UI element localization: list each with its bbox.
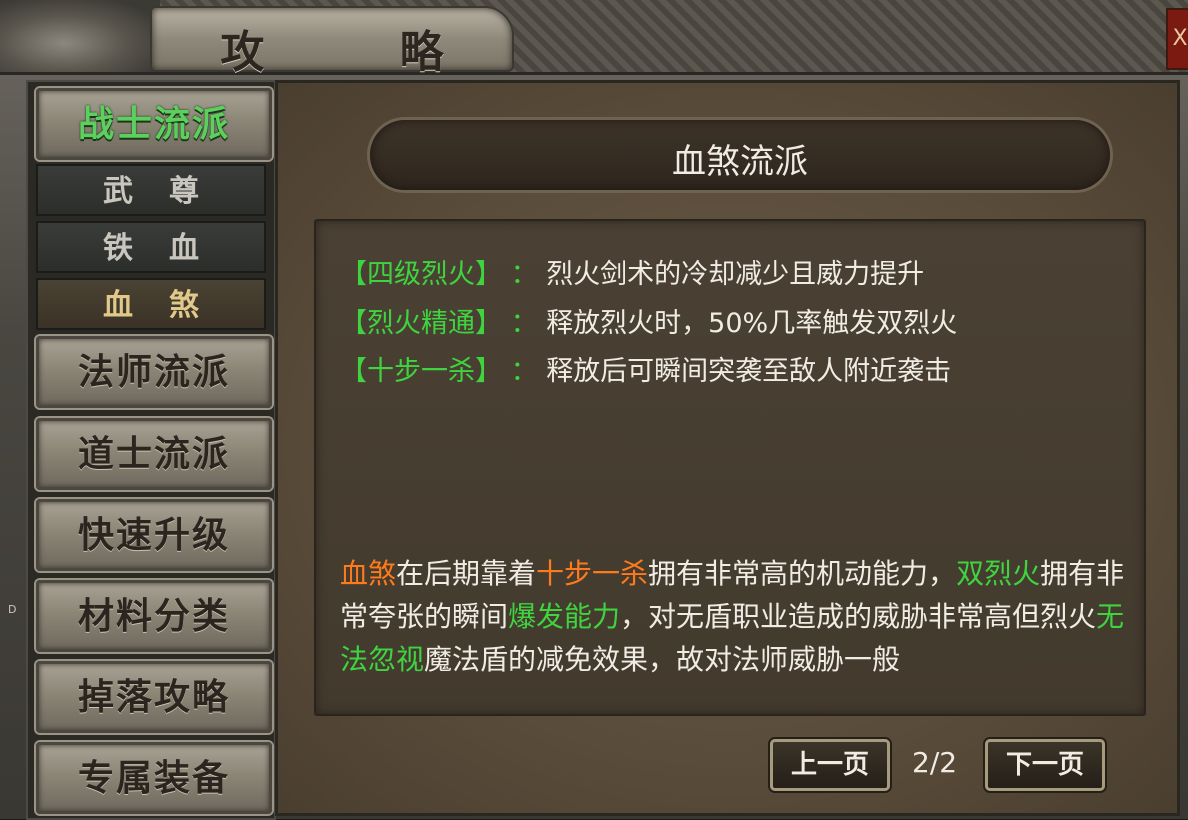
skill-separator: ： bbox=[510, 356, 538, 387]
summary-segment: 拥有非常高的机动能力， bbox=[648, 557, 957, 590]
skill-separator: ： bbox=[510, 259, 538, 290]
summary-highlight: 爆发能力 bbox=[508, 600, 621, 633]
summary-highlight: 双烈火 bbox=[956, 557, 1041, 590]
window-title: 攻 略 bbox=[220, 27, 504, 78]
skill-name: 【烈火精通】 bbox=[340, 308, 502, 339]
subitem-wuzun[interactable]: 武尊 bbox=[36, 164, 266, 216]
skill-row: 【烈火精通】 ： 释放烈火时，50%几率触发双烈火 bbox=[340, 301, 957, 340]
summary-text: 血煞在后期靠着十步一杀拥有非常高的机动能力，双烈火拥有非常夸张的瞬间爆发能力，对… bbox=[340, 552, 1130, 681]
category-fast-level[interactable]: 快速升级 bbox=[36, 499, 272, 571]
content-title-banner: 血煞流派 bbox=[370, 120, 1110, 190]
category-warrior[interactable]: 战士流派 bbox=[36, 88, 272, 160]
summary-segment: ，对无盾职业造成的威胁非常高但烈火 bbox=[620, 600, 1097, 633]
summary-highlight: 十步一杀 bbox=[536, 557, 649, 590]
skill-name: 【十步一杀】 bbox=[340, 356, 502, 387]
page-indicator: 2/2 bbox=[912, 746, 958, 779]
close-button[interactable]: X bbox=[1166, 8, 1188, 70]
category-taoist[interactable]: 道士流派 bbox=[36, 418, 272, 490]
edge-label: D bbox=[8, 603, 17, 616]
prev-page-button[interactable]: 上一页 bbox=[770, 739, 890, 791]
skill-row: 【四级烈火】 ： 烈火剑术的冷却减少且威力提升 bbox=[340, 252, 924, 291]
sidebar: 战士流派 武尊 铁血 血煞 法师流派 道士流派 快速升级 材料分类 掉落攻略 专… bbox=[26, 80, 276, 820]
skill-desc: 释放烈火时，50%几率触发双烈火 bbox=[546, 308, 958, 339]
subitem-tiexue[interactable]: 铁血 bbox=[36, 221, 266, 273]
summary-highlight: 血煞 bbox=[340, 557, 397, 590]
dragon-ornament-icon bbox=[0, 0, 160, 72]
skill-row: 【十步一杀】 ： 释放后可瞬间突袭至敌人附近袭击 bbox=[340, 349, 951, 388]
window-header: 攻 略 X bbox=[0, 0, 1188, 78]
category-drops[interactable]: 掉落攻略 bbox=[36, 661, 272, 733]
title-plate: 攻 略 bbox=[150, 6, 514, 78]
skill-separator: ： bbox=[510, 308, 538, 339]
content-title: 血煞流派 bbox=[672, 142, 808, 182]
subitem-xuesha[interactable]: 血煞 bbox=[36, 278, 266, 330]
skill-desc: 释放后可瞬间突袭至敌人附近袭击 bbox=[546, 356, 952, 387]
summary-segment: 在后期靠着 bbox=[396, 557, 537, 590]
category-mage[interactable]: 法师流派 bbox=[36, 336, 272, 408]
next-page-button[interactable]: 下一页 bbox=[985, 739, 1105, 791]
skill-name: 【四级烈火】 bbox=[340, 259, 502, 290]
summary-segment: 魔法盾的减免效果，故对法师威胁一般 bbox=[424, 643, 901, 676]
category-materials[interactable]: 材料分类 bbox=[36, 580, 272, 652]
category-exclusive-gear[interactable]: 专属装备 bbox=[36, 742, 272, 814]
skill-desc: 烈火剑术的冷却减少且威力提升 bbox=[546, 259, 925, 290]
